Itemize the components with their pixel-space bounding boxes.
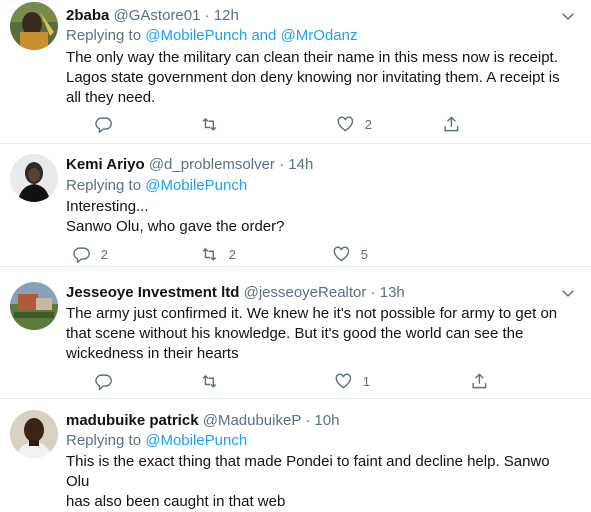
tweet[interactable]: madubuike patrick @MadubuikeP · 10h Repl… [0,399,591,510]
reply-button[interactable]: 2 [72,244,108,264]
reply-icon [73,247,90,264]
like-count: 2 [364,116,372,132]
separator: · [279,156,285,173]
tweet-line: Interesting... [66,198,149,215]
like-icon [335,373,352,389]
share-button[interactable] [470,371,489,391]
retweet-button[interactable] [200,114,229,134]
reply-button[interactable] [94,114,123,134]
like-button[interactable]: 5 [332,244,368,264]
author-handle[interactable]: @GAstore01 [114,7,201,24]
tweet-line: all they need. [66,89,156,106]
tweet-text: The only way the military can clean thei… [66,48,576,108]
tweet-line: wickedness in their hearts [66,345,239,362]
replying-to-label: Replying to [66,432,142,449]
more-icon[interactable] [559,7,577,25]
tweet[interactable]: Jesseoye Investment ltd @jesseoyeRealtor… [0,267,591,399]
mention-joiner: and [251,27,277,44]
retweet-icon [202,374,217,388]
replying-to-label: Replying to [66,27,142,44]
like-count: 5 [360,246,368,262]
tweet-text: The army just confirmed it. We knew he i… [66,304,576,364]
avatar[interactable] [10,410,58,458]
tweet[interactable]: Kemi Ariyo @d_problemsolver · 14h Replyi… [0,144,591,267]
retweet-icon [202,247,217,261]
separator: · [204,7,210,24]
timestamp[interactable]: 12h [214,7,239,24]
share-icon [444,115,459,131]
like-button[interactable]: 2 [336,114,372,134]
separator: · [305,412,311,429]
avatar[interactable] [10,2,58,50]
replying-to: Replying to @MobilePunch and @MrOdanz [66,26,357,46]
more-icon[interactable] [559,284,577,302]
author-handle[interactable]: @MadubuikeP [203,412,301,429]
separator: · [370,284,376,301]
like-icon [337,116,354,132]
tweet-text: Interesting... Sanwo Olu, who gave the o… [66,197,576,237]
retweet-button[interactable]: 2 [200,244,236,264]
tweet-line: The only way the military can clean thei… [66,49,558,66]
tweet-line: The army just confirmed it. We knew he i… [66,305,558,322]
share-button[interactable] [442,114,461,134]
tweet-line: Sanwo Olu, who gave the order? [66,218,285,235]
tweet-line: This is the exact thing that made Pondei… [66,453,550,490]
author-name[interactable]: madubuike patrick [66,412,199,429]
author-name[interactable]: Jesseoye Investment ltd [66,284,239,301]
retweet-button[interactable] [200,371,229,391]
reply-icon [95,117,112,134]
author-name[interactable]: 2baba [66,7,109,24]
like-button[interactable]: 1 [334,371,370,391]
reply-icon [95,374,112,391]
author-handle[interactable]: @jesseoyeRealtor [244,284,367,301]
tweet-line: that scene without his knowledge. But it… [66,325,524,342]
author-name[interactable]: Kemi Ariyo [66,156,145,173]
mention-link[interactable]: @MobilePunch [145,432,247,449]
retweet-count: 2 [228,246,236,262]
avatar[interactable] [10,282,58,330]
tweet-actions: 1 [66,371,489,391]
timestamp[interactable]: 13h [380,284,405,301]
tweet-actions: 2 [66,114,486,134]
replying-to-label: Replying to [66,177,142,194]
tweet-actions: 2 2 5 [66,244,486,264]
timestamp[interactable]: 10h [314,412,339,429]
tweet-line: has also been caught in that web [66,493,286,510]
like-icon [333,246,350,262]
mention-link[interactable]: @MrOdanz [281,27,358,44]
tweet-text: This is the exact thing that made Pondei… [66,452,576,512]
avatar[interactable] [10,154,58,202]
mention-link[interactable]: @MobilePunch [145,27,247,44]
tweet[interactable]: 2baba @GAstore01 · 12h Replying to @Mobi… [0,0,591,144]
share-icon [472,372,487,388]
replying-to: Replying to @MobilePunch [66,176,247,196]
timestamp[interactable]: 14h [288,156,313,173]
reply-count: 2 [100,246,108,262]
retweet-icon [202,117,217,131]
author-handle[interactable]: @d_problemsolver [149,156,275,173]
mention-link[interactable]: @MobilePunch [145,177,247,194]
tweet-line: Lagos state government don deny knowing … [66,69,560,86]
reply-button[interactable] [94,371,123,391]
like-count: 1 [362,373,370,389]
replying-to: Replying to @MobilePunch [66,431,247,451]
